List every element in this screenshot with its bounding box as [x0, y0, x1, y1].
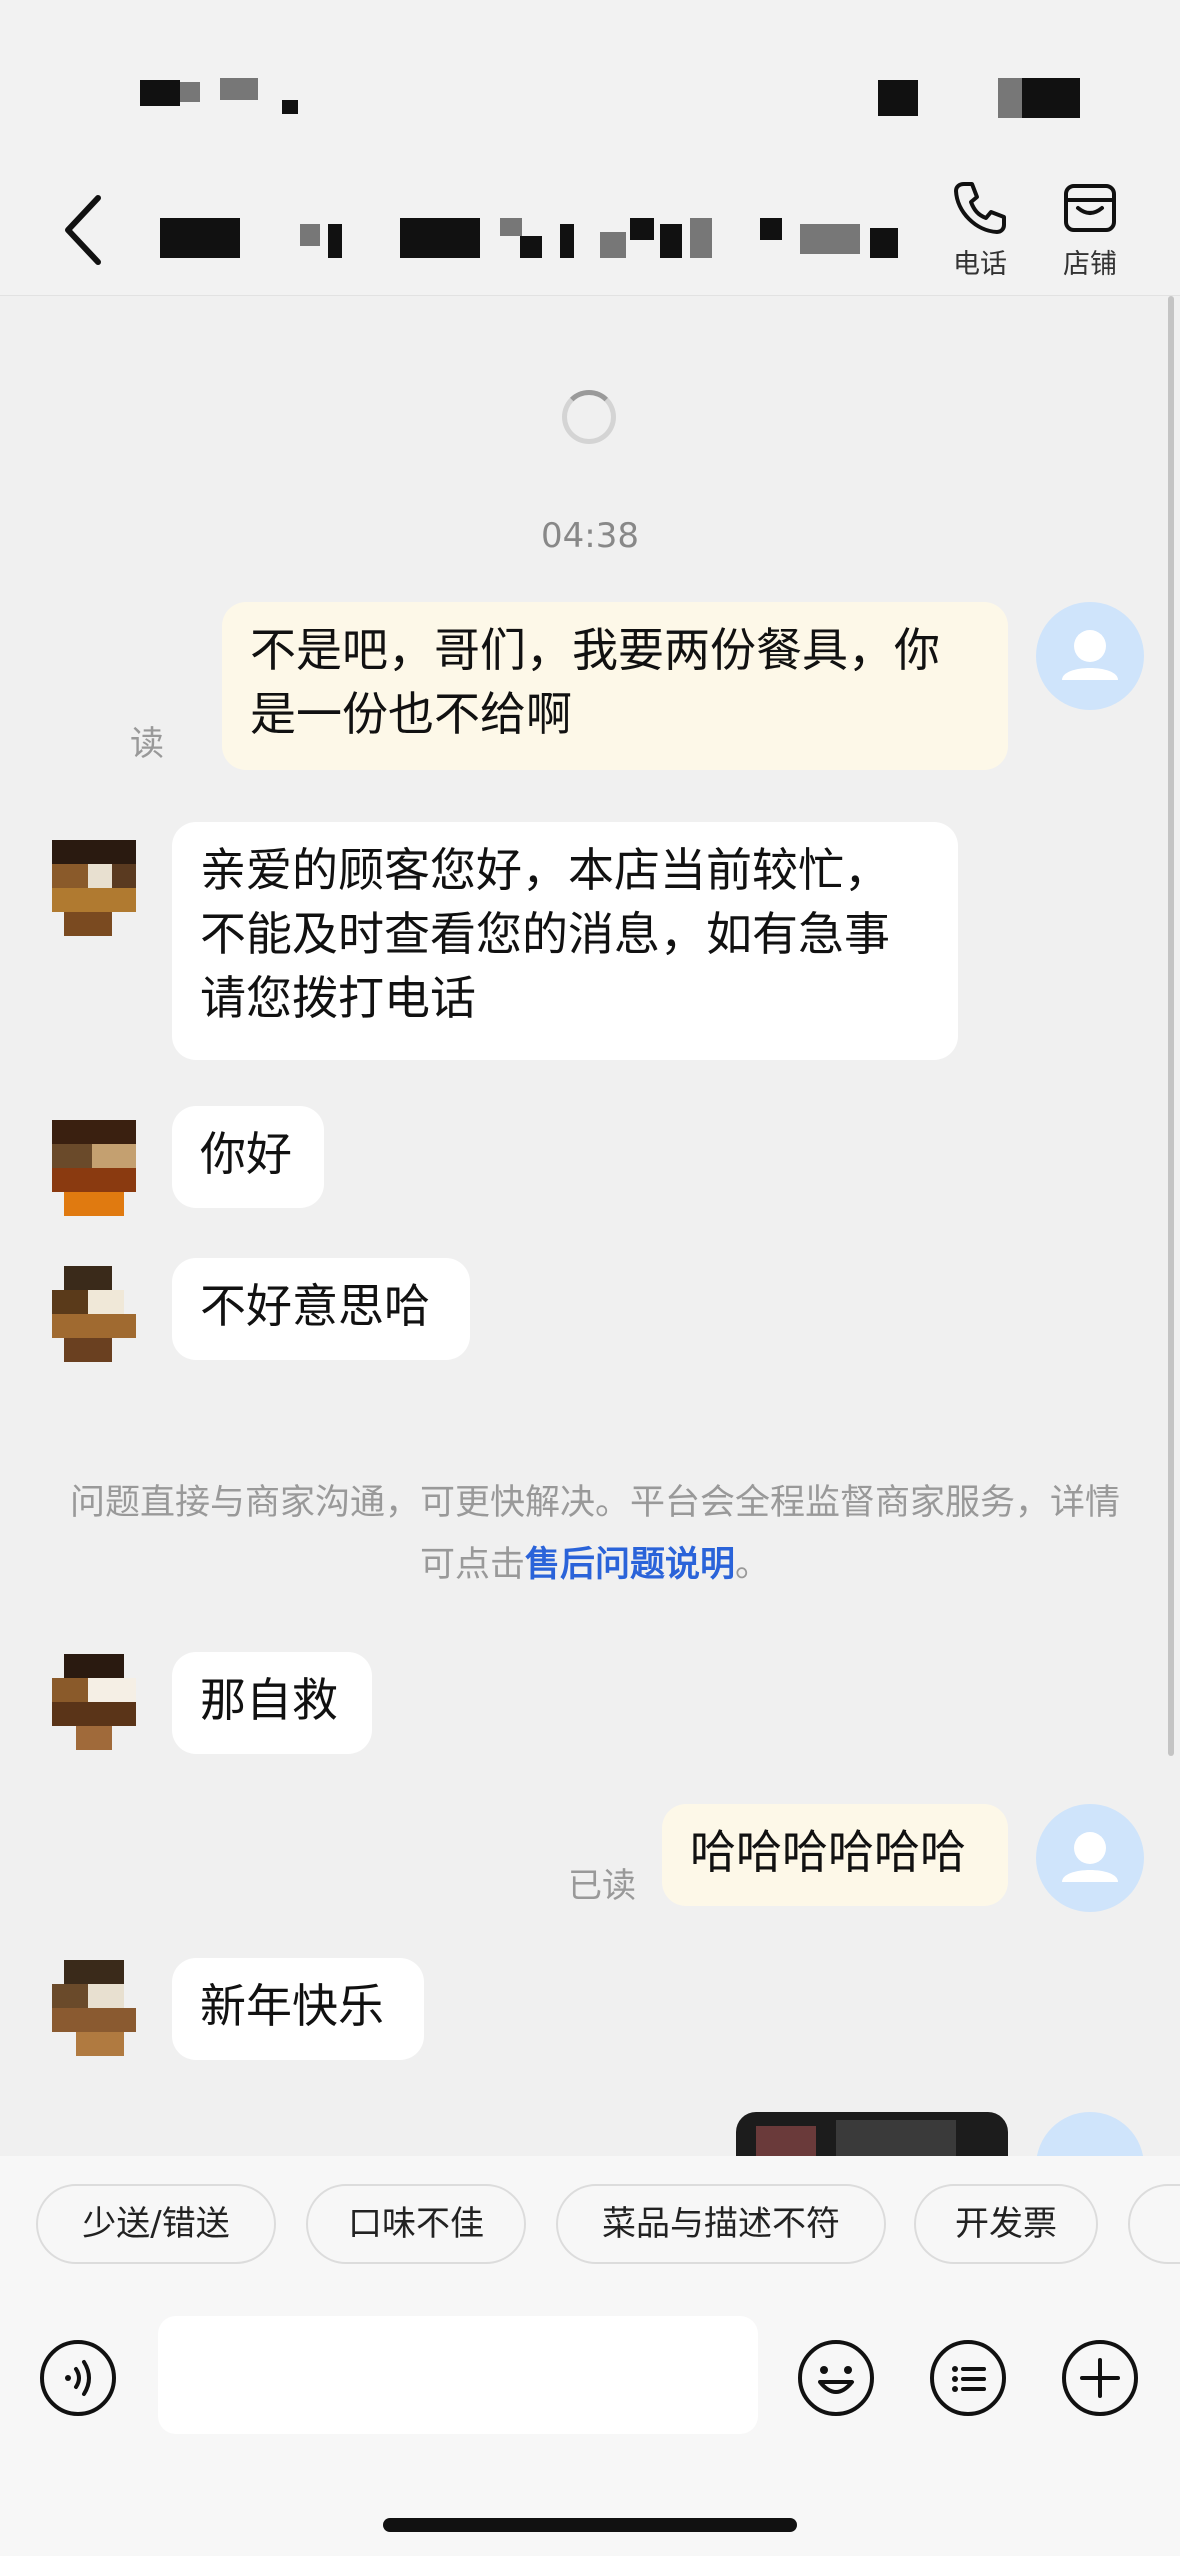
read-receipt: 读 — [130, 724, 164, 764]
quick-reply-chip[interactable]: 菜品与描述不符 — [556, 2184, 886, 2264]
store-label: 店铺 — [1063, 249, 1117, 280]
person-icon — [1062, 1832, 1118, 1882]
scrollbar[interactable] — [1168, 296, 1174, 1756]
more-button[interactable] — [1060, 2338, 1140, 2418]
system-notice: 问题直接与商家沟通，可更快解决。平台会全程监督商家服务，详情可点击售后问题说明。 — [70, 1472, 1120, 1596]
user-avatar[interactable] — [1036, 602, 1144, 710]
status-time-redacted — [140, 80, 180, 106]
merchant-avatar[interactable] — [40, 840, 148, 948]
input-bar — [0, 2296, 1180, 2556]
message-bubble-self[interactable]: 不是吧，哥们，我要两份餐具，你是一份也不给啊 — [222, 602, 1008, 770]
merchant-avatar[interactable] — [40, 1654, 148, 1762]
user-avatar[interactable] — [1036, 2112, 1144, 2156]
merchant-avatar[interactable] — [40, 1120, 148, 1228]
message-bubble-self[interactable]: 哈哈哈哈哈哈 — [662, 1804, 1008, 1906]
store-name-redacted — [160, 218, 900, 258]
merchant-avatar[interactable] — [40, 1266, 148, 1374]
message-bubble-merchant[interactable]: 你好 — [172, 1106, 324, 1208]
shortcut-menu-button[interactable] — [928, 2338, 1008, 2418]
merchant-avatar[interactable] — [40, 1960, 148, 2068]
phone-label: 电话 — [953, 249, 1007, 280]
message-bubble-merchant[interactable]: 亲爱的顾客您好，本店当前较忙，不能及时查看您的消息，如有急事请您拨打电话 — [172, 822, 958, 1060]
battery-icon — [1022, 78, 1080, 118]
image-message[interactable] — [736, 2112, 1008, 2156]
message-input[interactable] — [158, 2316, 758, 2434]
store-icon — [1064, 184, 1116, 232]
after-sales-link[interactable]: 售后问题说明 — [525, 1545, 735, 1585]
quick-reply-chip[interactable]: 少送/错送 — [36, 2184, 276, 2264]
notice-text-end: 。 — [735, 1545, 771, 1585]
status-bar — [0, 0, 1180, 170]
chat-area[interactable]: 04:38 读 不是吧，哥们，我要两份餐具，你是一份也不给啊 亲爱的顾客您好，本… — [0, 296, 1180, 2156]
voice-icon — [40, 2340, 116, 2416]
message-bubble-merchant[interactable]: 那自救 — [172, 1652, 372, 1754]
loading-spinner-icon — [562, 390, 616, 444]
message-timestamp: 04:38 — [541, 516, 639, 556]
read-receipt: 已读 — [568, 1866, 636, 1906]
phone-button[interactable]: 电话 — [930, 178, 1030, 288]
back-button[interactable] — [50, 190, 120, 270]
quick-reply-bar: 少送/错送 口味不佳 菜品与描述不符 开发票 — [0, 2156, 1180, 2296]
battery-icon — [998, 78, 1022, 118]
quick-reply-chip[interactable]: 口味不佳 — [306, 2184, 526, 2264]
person-icon — [1062, 630, 1118, 680]
user-avatar[interactable] — [1036, 1804, 1144, 1912]
emoji-button[interactable] — [796, 2338, 876, 2418]
plus-icon — [1062, 2340, 1138, 2416]
voice-button[interactable] — [38, 2338, 118, 2418]
store-button[interactable]: 店铺 — [1040, 178, 1140, 288]
status-time-redacted — [180, 82, 200, 102]
quick-reply-chip[interactable]: 开发票 — [914, 2184, 1098, 2264]
quick-reply-chip-partial[interactable] — [1128, 2184, 1180, 2264]
status-time-redacted — [220, 78, 258, 100]
status-time-redacted — [282, 100, 298, 114]
emoji-icon — [798, 2340, 874, 2416]
chevron-left-icon — [65, 195, 101, 265]
message-bubble-merchant[interactable]: 新年快乐 — [172, 1958, 424, 2060]
home-indicator — [383, 2518, 797, 2532]
signal-icon — [878, 80, 918, 116]
phone-icon — [954, 182, 1006, 234]
list-icon — [930, 2340, 1006, 2416]
message-bubble-merchant[interactable]: 不好意思哈 — [172, 1258, 470, 1360]
nav-bar: 电话 店铺 — [0, 170, 1180, 296]
